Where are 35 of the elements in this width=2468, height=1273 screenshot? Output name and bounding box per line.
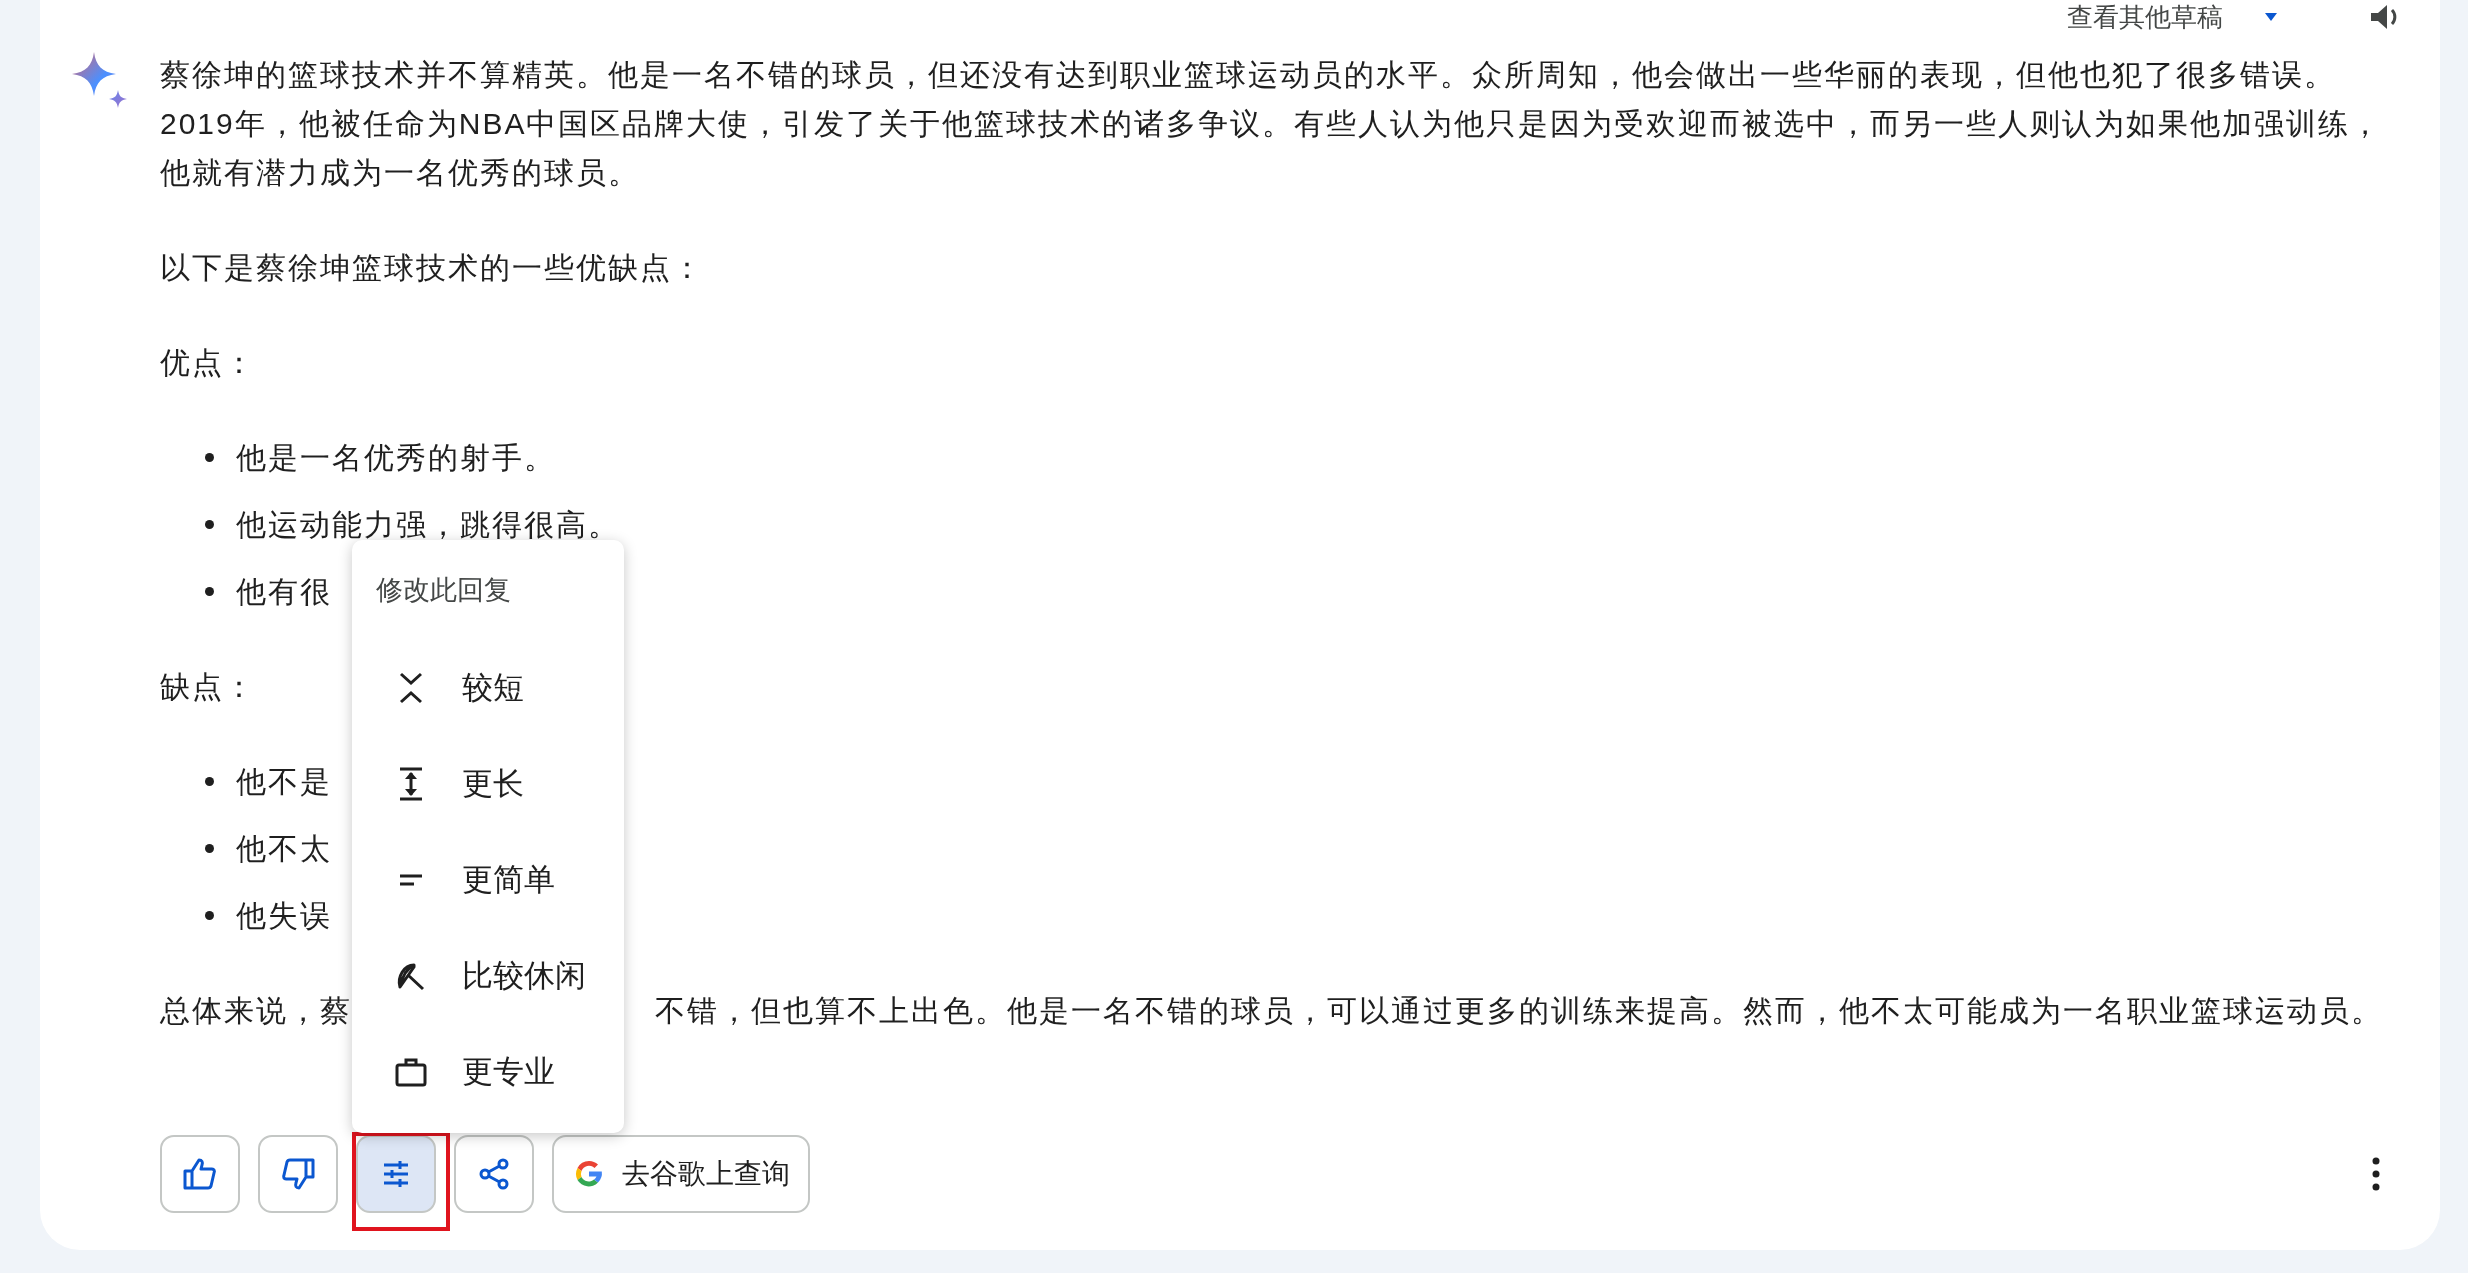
bullet-text: 他运动能力强，跳得很高。 <box>236 507 620 543</box>
menu-title: 修改此回复 <box>375 574 512 607</box>
response-paragraph: 不错，但也算不上出色。他是一名不错的球员，可以通过更多的训练来提高。然而，他不太可能成为一名职业篮球运动员。 <box>655 993 2383 1029</box>
menu-item[interactable]: 比较休闲 <box>352 928 624 1024</box>
bullet-text: 他失误 <box>236 898 332 934</box>
bullet-text: 他不太 <box>236 831 332 867</box>
more-options-icon[interactable] <box>2371 1157 2381 1191</box>
menu-item[interactable]: 更简单 <box>352 832 624 928</box>
bullet-dot <box>205 520 214 529</box>
thumbs-up-icon <box>182 1156 218 1192</box>
bullet-dot <box>205 911 214 920</box>
action-button[interactable] <box>160 1135 240 1213</box>
action-button[interactable]: 去谷歌上查询 <box>552 1135 810 1213</box>
bullet-dot <box>205 587 214 596</box>
share-icon <box>478 1158 510 1190</box>
menu-item[interactable]: 更长 <box>352 736 624 832</box>
bullet-text: 他不是 <box>236 764 332 800</box>
menu-item[interactable]: 更专业 <box>352 1024 624 1120</box>
bullet-dot <box>205 777 214 786</box>
action-button[interactable] <box>258 1135 338 1213</box>
menu-item[interactable]: 较短 <box>352 640 624 736</box>
bullet-dot <box>205 844 214 853</box>
action-button[interactable] <box>356 1135 436 1213</box>
response-paragraph: 优点： <box>160 345 256 381</box>
drafts-label[interactable]: 查看其他草稿 <box>2067 0 2223 35</box>
response-paragraph: 缺点： <box>160 669 256 705</box>
thumbs-down-icon <box>280 1156 316 1192</box>
bullet-dot <box>205 453 214 462</box>
bullet-text: 他是一名优秀的射手。 <box>236 440 556 476</box>
response-paragraph: 以下是蔡徐坤篮球技术的一些优缺点： <box>160 250 704 286</box>
briefcase-icon <box>394 1056 428 1088</box>
bullet-text: 他有很 <box>236 574 332 610</box>
action-button[interactable] <box>454 1135 534 1213</box>
response-paragraph: 总体来说，蔡 <box>160 993 352 1029</box>
response-paragraph: 蔡徐坤的篮球技术并不算精英。他是一名不错的球员，但还没有达到职业篮球运动员的水平。众所周知，他会做出一些华丽的表现，但他也犯了很多错误。2019年，他被任命为NBA中国区品牌大使，引发了关于他篮球技术的诸多争议。有些人认为他只是因为受欢迎而被选中，而另一些人则认为如果他加强训练，他就有潜力成为一名优秀的球员。 <box>160 57 2384 191</box>
